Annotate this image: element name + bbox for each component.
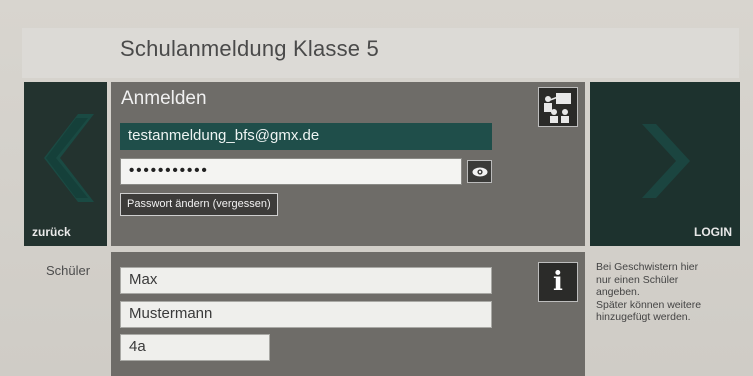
first-name-field[interactable]: Max	[120, 267, 492, 294]
password-field[interactable]: •••••••••••	[120, 158, 462, 185]
login-label: LOGIN	[694, 225, 732, 239]
page-title: Schulanmeldung Klasse 5	[120, 36, 379, 61]
show-password-button[interactable]	[467, 160, 492, 183]
student-label: Schüler	[46, 263, 91, 278]
back-label: zurück	[32, 225, 71, 239]
chevron-right-icon	[642, 124, 690, 198]
info-icon[interactable]: i	[538, 262, 578, 302]
sibling-hint: Bei Geschwistern hier nur einen Schüler …	[596, 261, 736, 324]
login-button[interactable]: LOGIN	[590, 82, 740, 246]
class-field[interactable]: 4a	[120, 334, 270, 361]
change-password-button[interactable]: Passwort ändern (vergessen)	[120, 193, 278, 216]
login-panel: Anmelden testanmeldung_bfs@gmx.de ••••••…	[111, 82, 585, 246]
hint-line: Bei Geschwistern hier	[596, 261, 699, 273]
student-panel: Max Mustermann 4a i	[111, 252, 585, 376]
chevron-left-icon	[44, 114, 94, 202]
login-heading: Anmelden	[121, 88, 207, 109]
email-field[interactable]: testanmeldung_bfs@gmx.de	[120, 123, 492, 150]
last-name-field[interactable]: Mustermann	[120, 301, 492, 328]
hint-line: hinzugefügt werden.	[596, 311, 691, 323]
teacher-icon[interactable]	[538, 87, 578, 127]
page: Schulanmeldung Klasse 5 zurück Anmelden …	[0, 0, 753, 376]
hint-line: angeben.	[596, 286, 640, 298]
teacher-graphic	[544, 93, 571, 123]
hint-line: Später können weitere	[596, 298, 702, 311]
back-button[interactable]: zurück	[24, 82, 107, 246]
hint-line: nur einen Schüler	[596, 273, 679, 286]
eye-icon	[472, 167, 487, 176]
